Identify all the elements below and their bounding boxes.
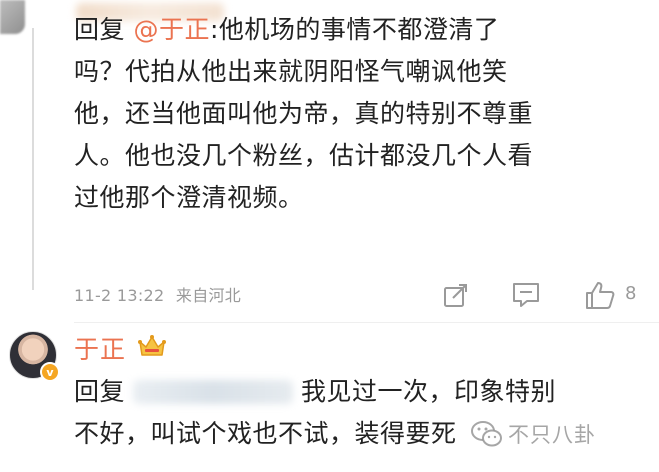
- reply-prefix: 回复: [74, 15, 126, 44]
- share-button[interactable]: [441, 280, 471, 310]
- comment-button[interactable]: [510, 280, 542, 310]
- thread-connector-line: [32, 28, 34, 290]
- reply-line-1-text: :他机场的事情不都澄清了: [209, 15, 500, 44]
- like-count: 8: [625, 283, 637, 304]
- reply-line-1: 回复 @于正:他机场的事情不都澄清了: [74, 9, 654, 51]
- watermark-text: 不只八卦: [508, 423, 596, 447]
- blurred-avatar: [0, 0, 25, 34]
- comment-icon: [513, 283, 539, 307]
- reply-timestamp: 11-2 13:22: [74, 286, 165, 305]
- comment-divider: [74, 322, 659, 323]
- watermark: 不只八卦: [470, 416, 596, 452]
- reply2-line-1-text: 我见过一次，印象特别: [301, 377, 557, 406]
- mention-link[interactable]: @于正: [133, 15, 210, 44]
- reply-line-5: 过他那个澄清视频。: [74, 183, 304, 212]
- thumbs-up-icon: [586, 282, 615, 309]
- blurred-mention: [133, 380, 294, 404]
- crown-icon: [138, 335, 166, 356]
- like-button[interactable]: [583, 278, 617, 312]
- reply-source: 来自河北: [175, 286, 242, 305]
- wechat-logo-icon: [471, 421, 502, 447]
- reply2-prefix: 回复: [74, 377, 126, 406]
- reply-meta: 11-2 13:22 来自河北: [74, 282, 247, 306]
- commenter-name[interactable]: 于正: [74, 330, 126, 366]
- reply-line-2: 吗？代拍从他出来就阴阳怪气嘲讽他笑: [74, 57, 508, 86]
- reply-line-4: 人。他也没几个粉丝，估计都没几个人看: [74, 141, 534, 170]
- share-icon: [444, 284, 467, 307]
- verified-badge-icon: v: [40, 362, 60, 382]
- reply-line-3: 他，还当他面叫他为帝，真的特别不尊重: [74, 99, 534, 128]
- reply2-line-1: 回复 我见过一次，印象特别: [74, 371, 659, 413]
- first-reply-text: 回复 @于正:他机场的事情不都澄清了 吗？代拍从他出来就阴阳怪气嘲讽他笑 他，还…: [74, 9, 654, 219]
